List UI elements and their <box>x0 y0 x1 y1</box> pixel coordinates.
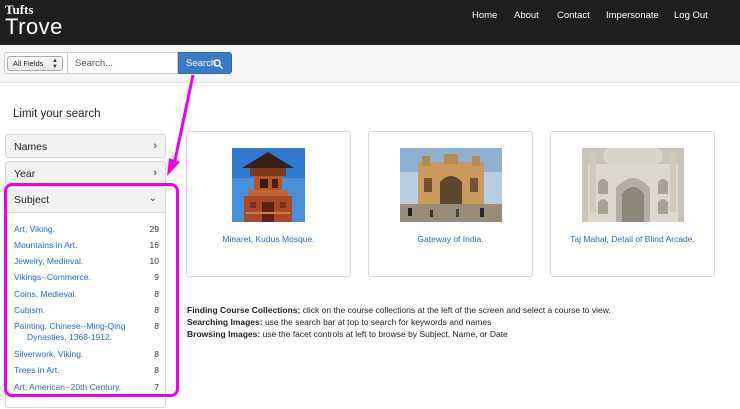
facet-list-item[interactable]: Art, American--20th Century. 7 <box>14 382 159 393</box>
collection-card-gateway[interactable]: Gateway of India. <box>368 131 533 277</box>
collection-card-taj-mahal[interactable]: Taj Mahal, Detail of Blind Arcade. <box>550 131 715 277</box>
facet-item-count: 8 <box>154 349 159 359</box>
facet-item-label[interactable]: Mountains in Art. <box>14 240 139 251</box>
facet-list-item[interactable]: Art, Viking. 29 <box>14 224 159 235</box>
help-finding-collections: Finding Course Collections: click on the… <box>187 305 611 315</box>
facet-item-label[interactable]: Cubism. <box>14 305 139 316</box>
facet-item-count: 8 <box>154 321 159 331</box>
top-navbar: Tufts Trove Home About Contact Impersona… <box>0 0 740 45</box>
thumbnail-image-gateway[interactable] <box>400 148 502 222</box>
collection-card-minaret[interactable]: Minaret, Kudus Mosque. <box>186 131 351 277</box>
facet-names-label: Names <box>14 141 48 153</box>
facet-item-label[interactable]: Coins, Medieval. <box>14 289 139 300</box>
nav-home-link[interactable]: Home <box>472 10 497 21</box>
facet-item-label[interactable]: Painting, Chinese--Ming-Qing <box>14 321 139 332</box>
help-searching-text: use the search bar at top to search for … <box>262 317 492 327</box>
facet-list-item[interactable]: Silverwork, Viking. 8 <box>14 349 159 360</box>
thumbnail-image-taj-mahal[interactable] <box>582 148 684 222</box>
facet-item-count: 8 <box>154 289 159 299</box>
collection-caption[interactable]: Minaret, Kudus Mosque. <box>187 234 350 244</box>
chevron-right-icon: › <box>153 140 157 152</box>
facet-item-label-continued[interactable]: Dynasties, 1368-1912. <box>14 332 139 343</box>
help-browsing-title: Browsing Images: <box>187 329 261 339</box>
limit-search-heading: Limit your search <box>13 108 101 120</box>
help-searching-images: Searching Images: use the search bar at … <box>187 317 491 327</box>
help-finding-title: Finding Course Collections: <box>187 305 301 315</box>
facet-list-item[interactable]: Painting, Chinese--Ming-Qing Dynasties, … <box>14 321 159 343</box>
search-field-select-value: All Fields <box>13 59 44 68</box>
facet-item-count: 8 <box>154 365 159 375</box>
help-browsing-images: Browsing Images: use the facet controls … <box>187 329 508 339</box>
search-input[interactable] <box>68 52 178 74</box>
facet-list-item[interactable]: Coins, Medieval. 8 <box>14 289 159 300</box>
help-finding-text: click on the course collections at the l… <box>300 305 611 315</box>
facet-subject-toggle[interactable]: Subject ⌄ <box>6 187 165 213</box>
facet-names-toggle[interactable]: Names › <box>5 134 166 158</box>
facet-year-label: Year <box>14 168 36 180</box>
nav-logout-link[interactable]: Log Out <box>674 10 708 21</box>
facet-list-item[interactable]: Jewelry, Medieval. 10 <box>14 256 159 267</box>
facet-item-label[interactable]: Art, Viking. <box>14 224 139 235</box>
facet-item-label[interactable]: Art, American--20th Century. <box>14 382 139 393</box>
facet-item-count: 9 <box>154 272 159 282</box>
facet-item-count: 10 <box>149 256 159 266</box>
search-button-label: Search <box>186 58 217 69</box>
facet-item-count: 29 <box>149 224 159 234</box>
facet-list-item[interactable]: Mountains in Art. 16 <box>14 240 159 251</box>
chevron-down-icon: ⌄ <box>148 193 157 204</box>
help-browsing-text: use the facet controls at left to browse… <box>260 329 508 339</box>
chevron-right-icon: › <box>153 167 157 179</box>
search-icon <box>213 59 223 69</box>
facet-item-count: 16 <box>149 240 159 250</box>
search-button[interactable]: Search <box>178 52 232 74</box>
thumbnail-image-minaret[interactable] <box>232 148 305 222</box>
facet-item-label[interactable]: Trees in Art. <box>14 365 139 376</box>
facet-list-item[interactable]: Cubism. 8 <box>14 305 159 316</box>
help-searching-title: Searching Images: <box>187 317 263 327</box>
facet-item-count: 8 <box>154 305 159 315</box>
facet-list-item[interactable]: Trees in Art. 8 <box>14 365 159 376</box>
search-field-select[interactable]: All Fields ▲ ▼ <box>7 56 63 71</box>
collection-caption[interactable]: Gateway of India. <box>369 234 532 244</box>
facet-subject-panel: Subject ⌄ Art, Viking. 29 Mountains in A… <box>5 186 166 408</box>
facet-item-label[interactable]: Silverwork, Viking. <box>14 349 139 360</box>
select-updown-icon: ▲ ▼ <box>52 58 58 70</box>
collection-caption[interactable]: Taj Mahal, Detail of Blind Arcade. <box>551 234 714 244</box>
facet-year-toggle[interactable]: Year › <box>5 161 166 185</box>
nav-about-link[interactable]: About <box>514 10 539 21</box>
facet-subject-label: Subject <box>14 194 50 206</box>
facet-item-count: 7 <box>154 382 159 392</box>
nav-contact-link[interactable]: Contact <box>557 10 590 21</box>
brand-trove-title[interactable]: Trove <box>5 14 63 40</box>
search-bar-region: All Fields ▲ ▼ Search <box>0 45 740 83</box>
facet-item-label[interactable]: Jewelry, Medieval. <box>14 256 139 267</box>
nav-impersonate-link[interactable]: Impersonate <box>606 10 659 21</box>
facet-list-item[interactable]: Vikings--Commerce. 9 <box>14 272 159 283</box>
facet-item-label[interactable]: Vikings--Commerce. <box>14 272 139 283</box>
